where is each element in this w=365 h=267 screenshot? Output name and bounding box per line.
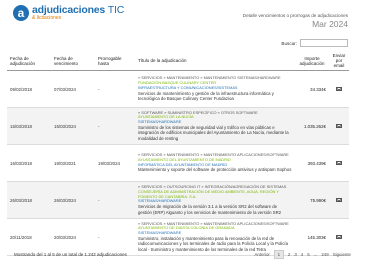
cell-fecha-vencimiento: 15/03/2024: [51, 107, 95, 145]
cell-fecha-adjudicacion: 16/03/2018: [7, 144, 51, 182]
search-label: Buscar:: [281, 40, 297, 46]
search-row: Buscar:: [281, 39, 348, 47]
cell-prorrogable: -: [95, 181, 135, 219]
pagination: Anterior 1 2 3 4 5 ... 249 Siguiente: [251, 250, 351, 259]
cell-fecha-vencimiento: 19/03/2021: [51, 144, 95, 182]
email-icon[interactable]: [336, 197, 342, 202]
table-row: 16/03/2018 19/03/2021 19/03/2024 » SERVI…: [7, 144, 349, 182]
cell-enviar: [329, 144, 349, 182]
column-header-fecha-adjudicacion[interactable]: Fecha de adjudicación: [7, 51, 51, 71]
logo-icon: a: [13, 5, 29, 21]
site-logo[interactable]: a adjudicaciones TIC & licitaciones: [13, 5, 124, 21]
pagination-page[interactable]: 2: [288, 252, 290, 257]
table-row: 26/03/2018 26/03/2024 - » SERVICIOS » OU…: [7, 181, 349, 219]
cell-importe: 34.334€: [295, 70, 329, 108]
cell-fecha-adjudicacion: 09/02/2018: [7, 70, 51, 108]
page: a adjudicaciones TIC & licitaciones Deta…: [0, 0, 365, 267]
logo-tic-text: TIC: [107, 4, 125, 16]
page-description: Detalle vencimientos o prorrogas de adju…: [242, 13, 348, 18]
cell-fecha-adjudicacion: 26/03/2018: [7, 181, 51, 219]
adjudications-table: Fecha de adjudicación Fecha de vencimien…: [7, 51, 349, 256]
pagination-next[interactable]: Siguiente: [333, 252, 351, 257]
cell-prorrogable: -: [95, 107, 135, 145]
row-description-link[interactable]: Servicios de mantenimiento y gestión de …: [138, 91, 292, 102]
column-header-titulo[interactable]: Título de la adjudicación: [135, 51, 295, 71]
cell-importe: 393.439€: [295, 144, 329, 182]
cell-titulo: » SERVICIOS » OUTSOURCING IT » INTEGRACI…: [135, 181, 295, 219]
email-icon[interactable]: [336, 123, 342, 128]
pagination-page[interactable]: 5: [307, 252, 309, 257]
pagination-ellipsis: ...: [313, 252, 318, 257]
cell-titulo: » SOFTWARE » SUMINISTRO ESPECÍFICO » OTR…: [135, 107, 295, 145]
page-date: Mar 2024: [312, 19, 348, 29]
cell-importe: 1.035.262€: [295, 107, 329, 145]
table-row: 15/03/2018 15/03/2024 - » SOFTWARE » SUM…: [7, 107, 349, 145]
column-header-importe[interactable]: Importe adjudicación: [295, 51, 329, 71]
column-header-fecha-vencimiento[interactable]: Fecha de vencimiento: [51, 51, 95, 71]
column-header-prorrogable[interactable]: Prorrogable hasta: [95, 51, 135, 71]
pagination-page[interactable]: 1: [273, 250, 284, 259]
cell-prorrogable: -: [95, 70, 135, 108]
cell-prorrogable: 19/03/2024: [95, 144, 135, 182]
table-header-row: Fecha de adjudicación Fecha de vencimien…: [7, 51, 349, 71]
email-icon[interactable]: [336, 160, 342, 165]
search-input[interactable]: [300, 39, 348, 47]
column-header-enviar: Enviar por email: [329, 51, 349, 71]
header: a adjudicaciones TIC & licitaciones Deta…: [7, 0, 358, 34]
pagination-last-page[interactable]: 249: [321, 252, 328, 257]
cell-titulo: » SERVICIOS » MANTENIMIENTO » MANTENIMIE…: [135, 70, 295, 108]
row-description-link[interactable]: Suministro de los sistemas de seguridad …: [138, 125, 292, 141]
email-icon[interactable]: [336, 234, 342, 239]
table-footer: Mostrando del 1 al 5 de un total de 1.24…: [14, 250, 351, 259]
row-description-link[interactable]: Servicios de migración de la versión 3.1…: [138, 204, 292, 215]
results-info: Mostrando del 1 al 5 de un total de 1.24…: [14, 252, 127, 257]
pagination-page[interactable]: 3: [294, 252, 296, 257]
cell-fecha-vencimiento: 07/03/2024: [51, 70, 95, 108]
cell-importe: 75.990€: [295, 181, 329, 219]
cell-fecha-vencimiento: 26/03/2024: [51, 181, 95, 219]
email-icon[interactable]: [336, 86, 342, 91]
cell-titulo: » SERVICIOS » MANTENIMIENTO » MANTENIMIE…: [135, 144, 295, 182]
cell-enviar: [329, 107, 349, 145]
pagination-page[interactable]: 4: [301, 252, 303, 257]
row-description-link[interactable]: Mantenimiento y soporte del software de …: [138, 167, 292, 172]
cell-fecha-adjudicacion: 15/03/2018: [7, 107, 51, 145]
table-row: 09/02/2018 07/03/2024 - » SERVICIOS » MA…: [7, 70, 349, 108]
pagination-previous[interactable]: Anterior: [255, 252, 270, 257]
cell-enviar: [329, 181, 349, 219]
cell-enviar: [329, 70, 349, 108]
